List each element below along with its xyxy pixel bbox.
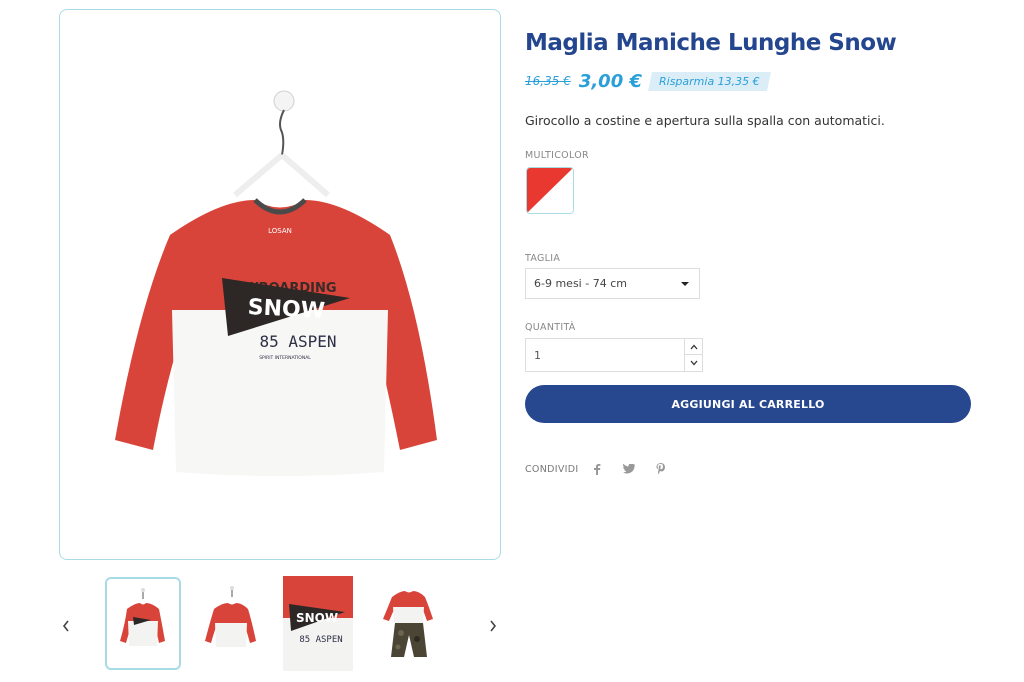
gallery-thumbnail-3[interactable]: SNOW 85 ASPEN	[283, 576, 353, 671]
print-main-text: SNOW	[247, 295, 325, 324]
pinterest-icon[interactable]	[654, 462, 668, 476]
product-title: Maglia Maniche Lunghe Snow	[525, 30, 897, 56]
chevron-down-icon	[690, 360, 697, 366]
thumbnail-image: SNOW 85 ASPEN	[283, 576, 353, 671]
thumbnail-image	[120, 588, 165, 646]
quantity-decrease-button[interactable]	[684, 355, 702, 371]
quantity-stepper	[525, 338, 703, 372]
color-label: MULTICOLOR	[525, 150, 589, 161]
quantity-increase-button[interactable]	[684, 339, 702, 355]
size-select[interactable]: 6-9 mesi - 74 cm	[525, 268, 700, 299]
current-price: 3,00 €	[578, 70, 643, 92]
savings-badge: Risparmia 13,35 €	[647, 71, 771, 91]
twitter-icon[interactable]	[622, 462, 636, 476]
add-to-cart-button[interactable]: AGGIUNGI AL CARRELLO	[525, 385, 971, 423]
facebook-icon[interactable]	[590, 462, 604, 476]
gallery-thumbnail-1[interactable]	[105, 577, 181, 670]
thumb-print-bottom: 85 ASPEN	[299, 635, 342, 645]
print-bottom-text: 85 ASPEN	[259, 332, 336, 351]
color-swatch-multicolor[interactable]	[526, 167, 574, 214]
thumbnail-image	[205, 586, 256, 647]
gallery-thumbnail-4[interactable]	[373, 577, 449, 670]
thumbnail-image	[383, 591, 433, 657]
product-description: Girocollo a costine e apertura sulla spa…	[525, 113, 885, 128]
chevron-up-icon	[690, 344, 697, 349]
caret-down-icon	[681, 282, 689, 286]
swatch-graphic	[527, 168, 573, 213]
main-product-image[interactable]: LOSAN HWBOARDING SNOW 85 ASPEN SPIRIT IN…	[59, 9, 501, 560]
chevron-left-icon	[62, 620, 69, 632]
thumb-print-main: SNOW	[296, 611, 338, 625]
savings-text: Risparmia 13,35 €	[659, 74, 760, 88]
chevron-right-icon	[490, 620, 497, 632]
share-label: CONDIVIDI	[525, 463, 579, 475]
old-price: 16,35 €	[525, 74, 571, 88]
share-bar: CONDIVIDI	[525, 462, 686, 476]
gallery-thumbnail-2[interactable]	[194, 577, 270, 670]
price-row: 16,35 € 3,00 € Risparmia 13,35 €	[525, 70, 771, 92]
quantity-label: QUANTITÀ	[525, 322, 576, 333]
quantity-input[interactable]	[526, 339, 685, 371]
size-label: TAGLIA	[525, 253, 561, 264]
brand-tag: LOSAN	[268, 227, 292, 235]
print-small-text: SPIRIT INTERNATIONAL	[259, 355, 311, 361]
size-selected-value: 6-9 mesi - 74 cm	[534, 277, 627, 290]
shirt-illustration: LOSAN HWBOARDING SNOW 85 ASPEN SPIRIT IN…	[115, 90, 437, 476]
gallery-prev-arrow[interactable]	[60, 618, 72, 634]
gallery-next-arrow[interactable]	[487, 618, 499, 634]
